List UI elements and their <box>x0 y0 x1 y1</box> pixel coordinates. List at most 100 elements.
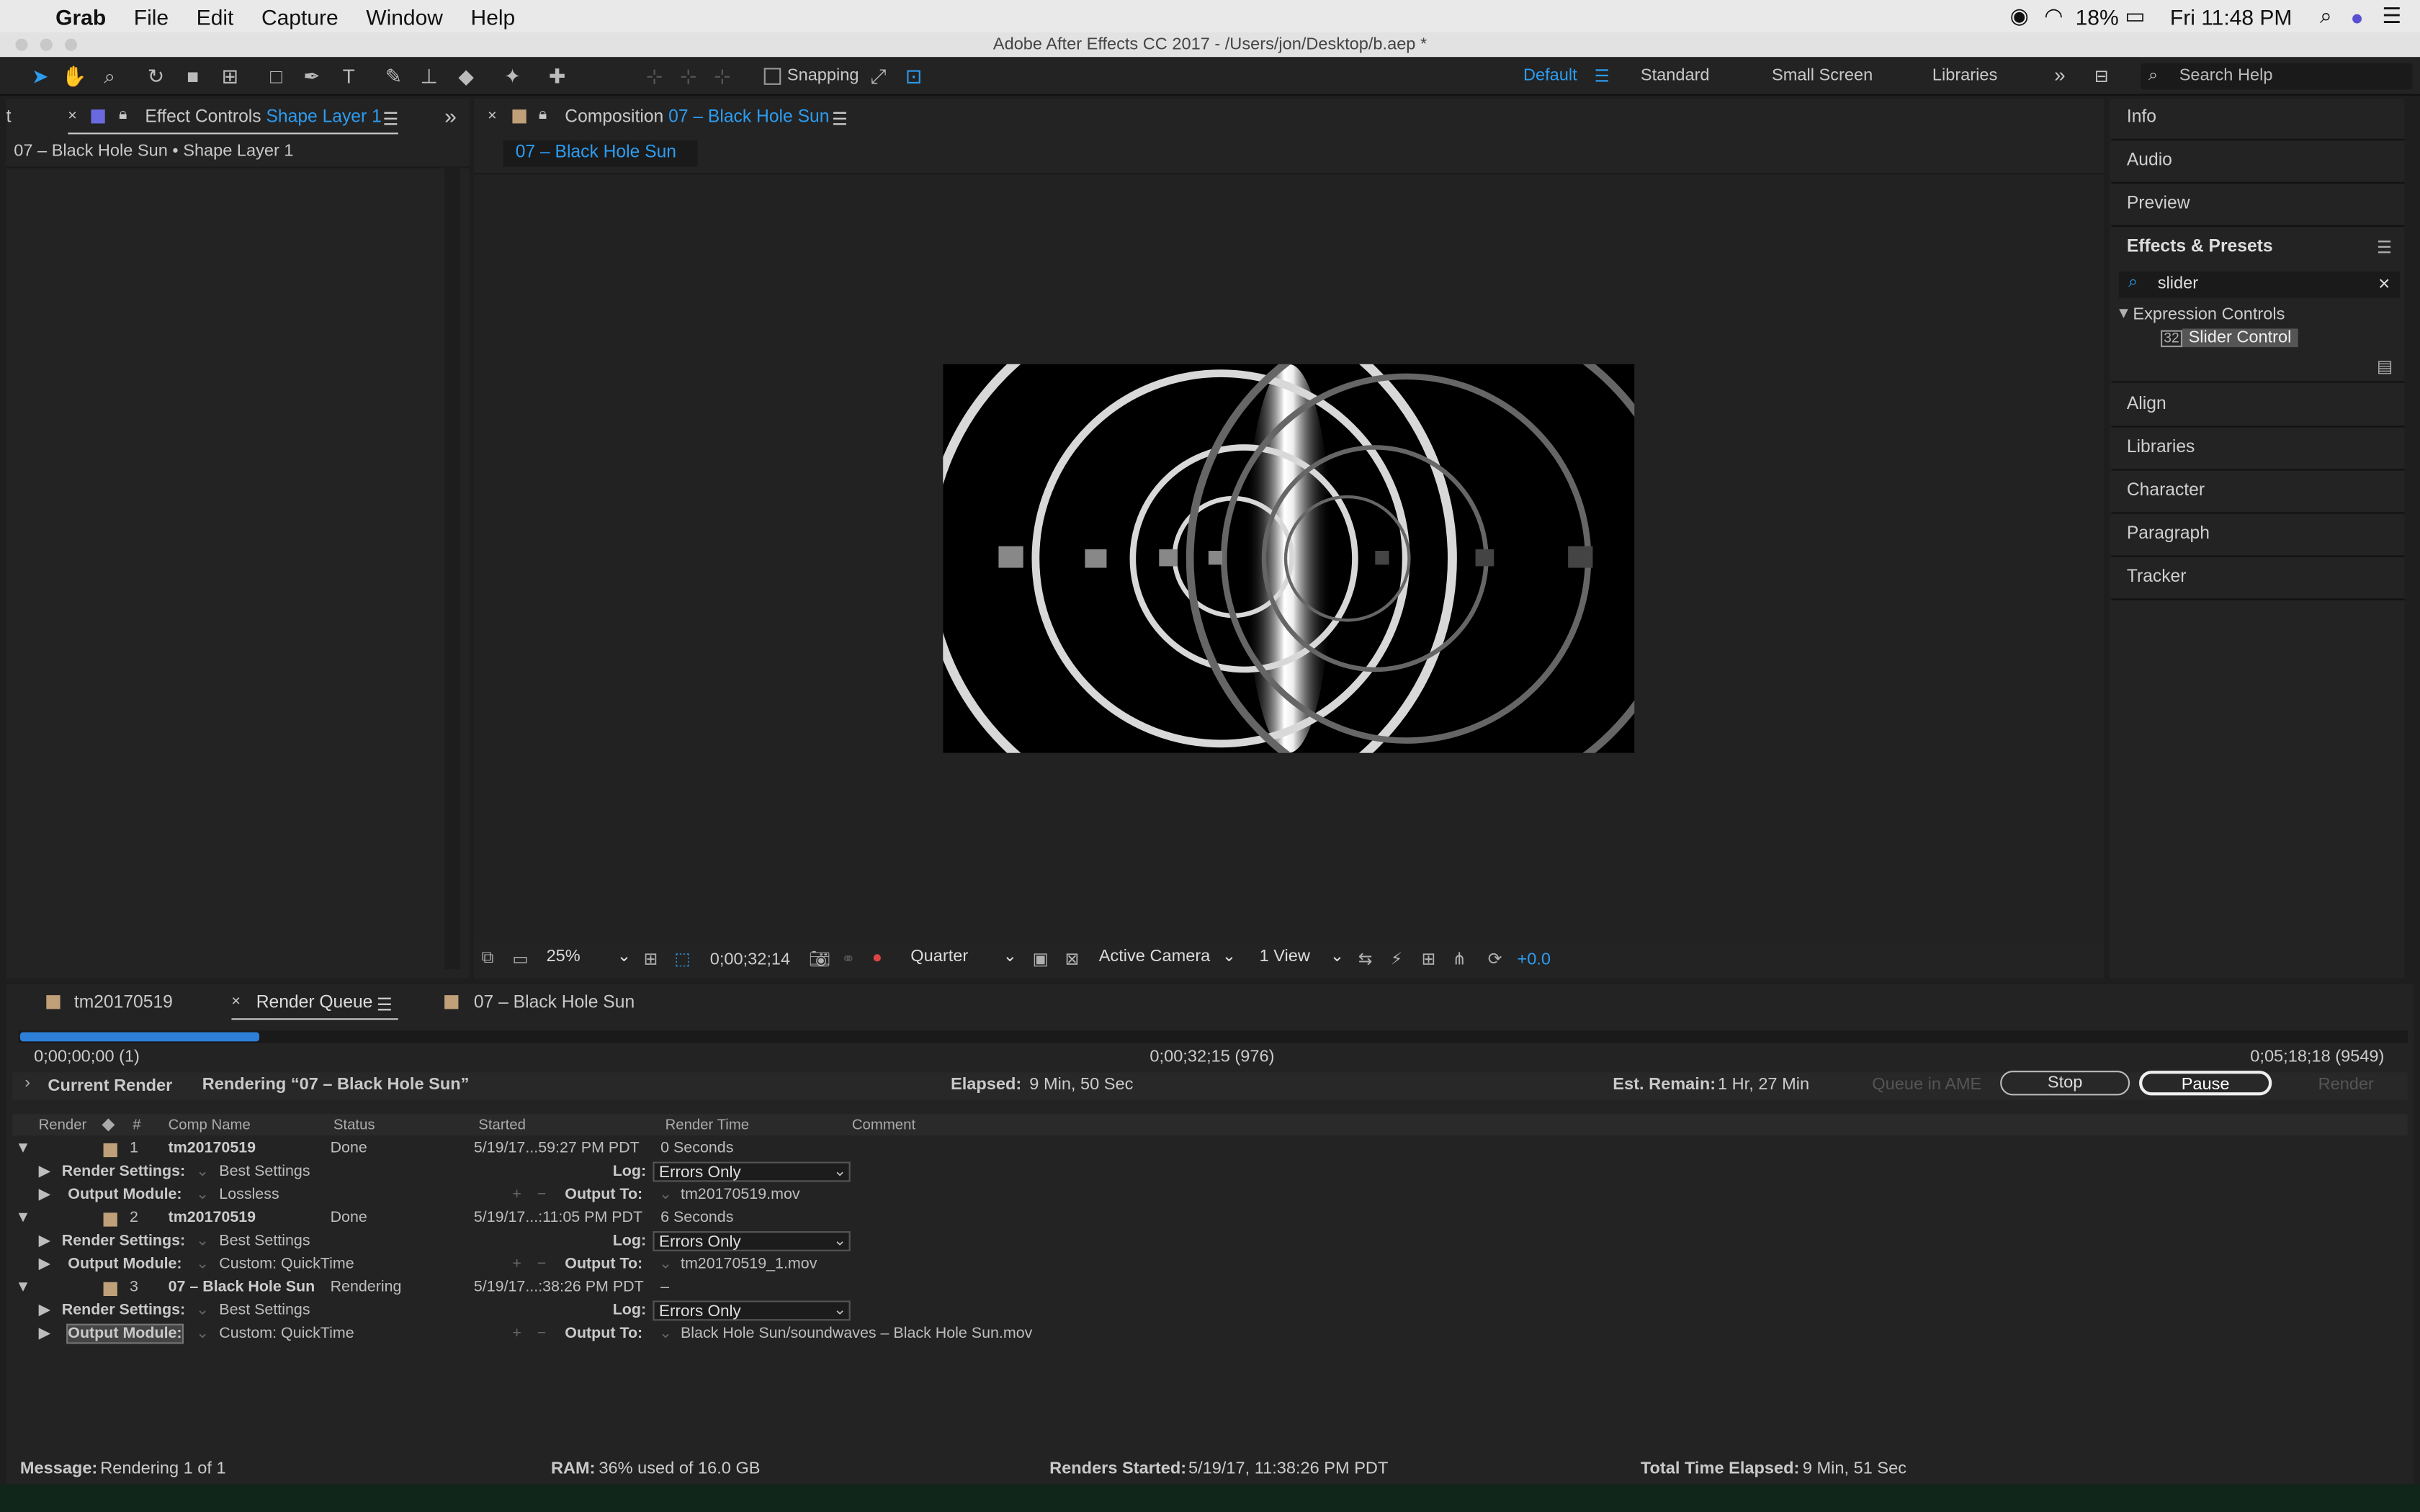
output-module-row[interactable]: ▶ Output Module: ⌄ Lossless + − Output To: ⌄ tm2… <box>0 1184 2400 1207</box>
chevron-down-icon[interactable]: ⌄ <box>196 1325 209 1342</box>
menu-help[interactable]: Help <box>457 4 529 28</box>
zoom-tool-icon[interactable]: ⌕ <box>96 63 124 89</box>
wifi-icon[interactable]: ◠ <box>2044 3 2063 29</box>
menu-app-grab[interactable]: Grab <box>42 4 120 28</box>
expand-triangle-icon[interactable]: ▶ <box>39 1163 51 1180</box>
expand-triangle-icon[interactable]: ▼ <box>15 1140 30 1158</box>
output-module-value[interactable]: Custom: QuickTime <box>219 1325 354 1342</box>
expand-triangle-icon[interactable]: ▼ <box>15 1279 30 1296</box>
clear-search-icon[interactable]: × <box>2378 271 2390 294</box>
col-comment[interactable]: Comment <box>852 1117 915 1134</box>
output-to-value[interactable]: tm20170519_1.mov <box>681 1255 817 1272</box>
expand-triangle-icon[interactable]: ▶ <box>39 1255 51 1272</box>
reset-exposure-icon[interactable]: ⟳ <box>1488 949 1502 969</box>
type-tool-icon[interactable]: T <box>335 63 363 89</box>
transparency-grid-icon[interactable]: ⊠ <box>1065 949 1080 969</box>
sync-settings-icon[interactable]: ⊟ <box>2094 66 2109 86</box>
chevron-down-icon[interactable]: ⌄ <box>196 1186 209 1203</box>
snap-edges-icon[interactable]: ⤢ <box>864 63 892 89</box>
clock[interactable]: Fri 11:48 PM <box>2170 4 2293 28</box>
tab-render-queue[interactable]: Render Queue <box>256 994 373 1012</box>
chevron-down-icon[interactable]: ⌄ <box>196 1302 209 1319</box>
resolution-dropdown[interactable]: Quarter ⌄ <box>906 948 1021 969</box>
effect-controls-scrollbar[interactable] <box>444 166 460 969</box>
window-zoom-icon[interactable] <box>65 38 78 51</box>
chevron-down-icon[interactable]: ⌄ <box>659 1186 672 1203</box>
add-output-module-icon[interactable]: + <box>512 1186 521 1203</box>
tab-black-hole-sun[interactable]: 07 – Black Hole Sun <box>474 994 635 1012</box>
effects-presets-header[interactable]: Effects & Presets <box>2127 238 2273 256</box>
output-to-value[interactable]: tm20170519.mov <box>681 1186 800 1203</box>
render-settings-row[interactable]: ▶ Render Settings: ⌄ Best Settings Log: Error… <box>0 1300 2400 1323</box>
toggle-pixel-aspect-icon[interactable]: ⇆ <box>1358 949 1373 969</box>
camera-dropdown[interactable]: Active Camera ⌄ <box>1094 948 1239 969</box>
panel-menu-icon[interactable]: ☰ <box>382 108 398 130</box>
zoom-dropdown[interactable]: 25% ⌄ <box>542 948 635 969</box>
label-color-swatch[interactable] <box>103 1282 117 1296</box>
remove-output-module-icon[interactable]: − <box>537 1186 547 1203</box>
creative-cloud-icon[interactable]: ◉ <box>2010 3 2029 29</box>
menu-capture[interactable]: Capture <box>248 4 352 28</box>
workspace-standard[interactable]: Standard <box>1641 66 1710 85</box>
col-started[interactable]: Started <box>478 1117 526 1134</box>
puppet-tool-icon[interactable]: ✚ <box>543 63 571 89</box>
selection-tool-icon[interactable]: ➤ <box>26 63 54 89</box>
timeline-icon[interactable]: ⊞ <box>1422 949 1436 969</box>
character-panel-header[interactable]: Character <box>2127 482 2205 500</box>
views-dropdown[interactable]: 1 View ⌄ <box>1255 948 1348 969</box>
expression-controls-category[interactable]: Expression Controls <box>2133 305 2285 324</box>
table-row[interactable]: ▼ 2 tm20170519 Done 5/19/17...:11:05 PM PDT 6… <box>0 1208 2400 1231</box>
camera-tool-icon[interactable]: ■ <box>179 63 207 89</box>
chevron-down-icon[interactable]: ⌄ <box>659 1255 672 1272</box>
output-to-value[interactable]: Black Hole Sun/soundwaves – Black Hole S… <box>681 1325 1032 1342</box>
output-module-row[interactable]: ▶ Output Module: ⌄ Custom: QuickTime + − Outpu… <box>0 1323 2400 1346</box>
roto-brush-tool-icon[interactable]: ✦ <box>498 63 526 89</box>
remove-output-module-icon[interactable]: − <box>537 1255 547 1272</box>
col-comp-name[interactable]: Comp Name <box>169 1117 251 1134</box>
expand-panel-icon[interactable]: » <box>444 104 457 128</box>
chevron-down-icon[interactable]: ⌄ <box>196 1232 209 1249</box>
hand-tool-icon[interactable]: ✋ <box>60 63 89 89</box>
new-preset-icon[interactable]: ▤ <box>2377 356 2393 377</box>
current-time-display[interactable]: 0;00;32;14 <box>710 950 790 969</box>
workspace-small-screen[interactable]: Small Screen <box>1772 66 1873 85</box>
lock-icon[interactable]: 🔒︎ <box>119 107 127 124</box>
add-output-module-icon[interactable]: + <box>512 1325 521 1342</box>
show-snapshot-icon[interactable]: ⚭ <box>841 949 856 969</box>
paragraph-panel-header[interactable]: Paragraph <box>2127 525 2210 544</box>
add-output-module-icon[interactable]: + <box>512 1255 521 1272</box>
render-settings-row[interactable]: ▶ Render Settings: ⌄ Best Settings Log: Error… <box>0 1230 2400 1254</box>
col-render-time[interactable]: Render Time <box>666 1117 750 1134</box>
expand-triangle-icon[interactable]: ▶ <box>39 1302 51 1319</box>
snapshot-camera-icon[interactable]: 📷︎ <box>809 949 830 969</box>
render-queue-menu-icon[interactable]: ☰ <box>377 994 393 1015</box>
always-preview-icon[interactable]: ⧉ <box>482 949 494 969</box>
workspace-libraries[interactable]: Libraries <box>1932 66 1997 85</box>
exposure-value[interactable]: +0.0 <box>1517 950 1551 969</box>
effects-search-value[interactable]: slider <box>2158 274 2198 293</box>
slider-control-effect[interactable]: Slider Control <box>2182 328 2298 348</box>
siri-icon[interactable]: ● <box>2351 4 2364 28</box>
chevron-down-icon[interactable]: ⌄ <box>659 1325 672 1342</box>
menu-edit[interactable]: Edit <box>182 4 247 28</box>
expand-current-render-icon[interactable]: › <box>24 1074 30 1092</box>
pause-button[interactable]: Pause <box>2139 1071 2272 1096</box>
expand-triangle-icon[interactable]: ▶ <box>39 1186 51 1203</box>
snapping-checkbox[interactable] <box>763 68 781 85</box>
pen-tool-icon[interactable]: ✒ <box>298 63 326 89</box>
queue-in-ame-button[interactable]: Queue in AME <box>1872 1076 1981 1094</box>
tab-tm20170519[interactable]: tm20170519 <box>74 994 173 1012</box>
clone-stamp-tool-icon[interactable]: ⊥ <box>415 63 443 89</box>
window-close-icon[interactable] <box>15 38 28 51</box>
effect-controls-tab[interactable]: Effect Controls Shape Layer 1 <box>145 108 381 127</box>
close-tab-icon[interactable]: × <box>231 994 241 1011</box>
libraries-panel-header[interactable]: Libraries <box>2127 438 2195 457</box>
expand-triangle-icon[interactable]: ▼ <box>2116 305 2131 323</box>
window-minimize-icon[interactable] <box>40 38 53 51</box>
notification-center-icon[interactable]: ☰ <box>2382 3 2401 29</box>
expand-triangle-icon[interactable]: ▶ <box>39 1325 51 1342</box>
workspace-default[interactable]: Default <box>1523 66 1577 85</box>
render-settings-value[interactable]: Best Settings <box>219 1232 310 1249</box>
expand-triangle-icon[interactable]: ▶ <box>39 1232 51 1249</box>
render-settings-value[interactable]: Best Settings <box>219 1302 310 1319</box>
